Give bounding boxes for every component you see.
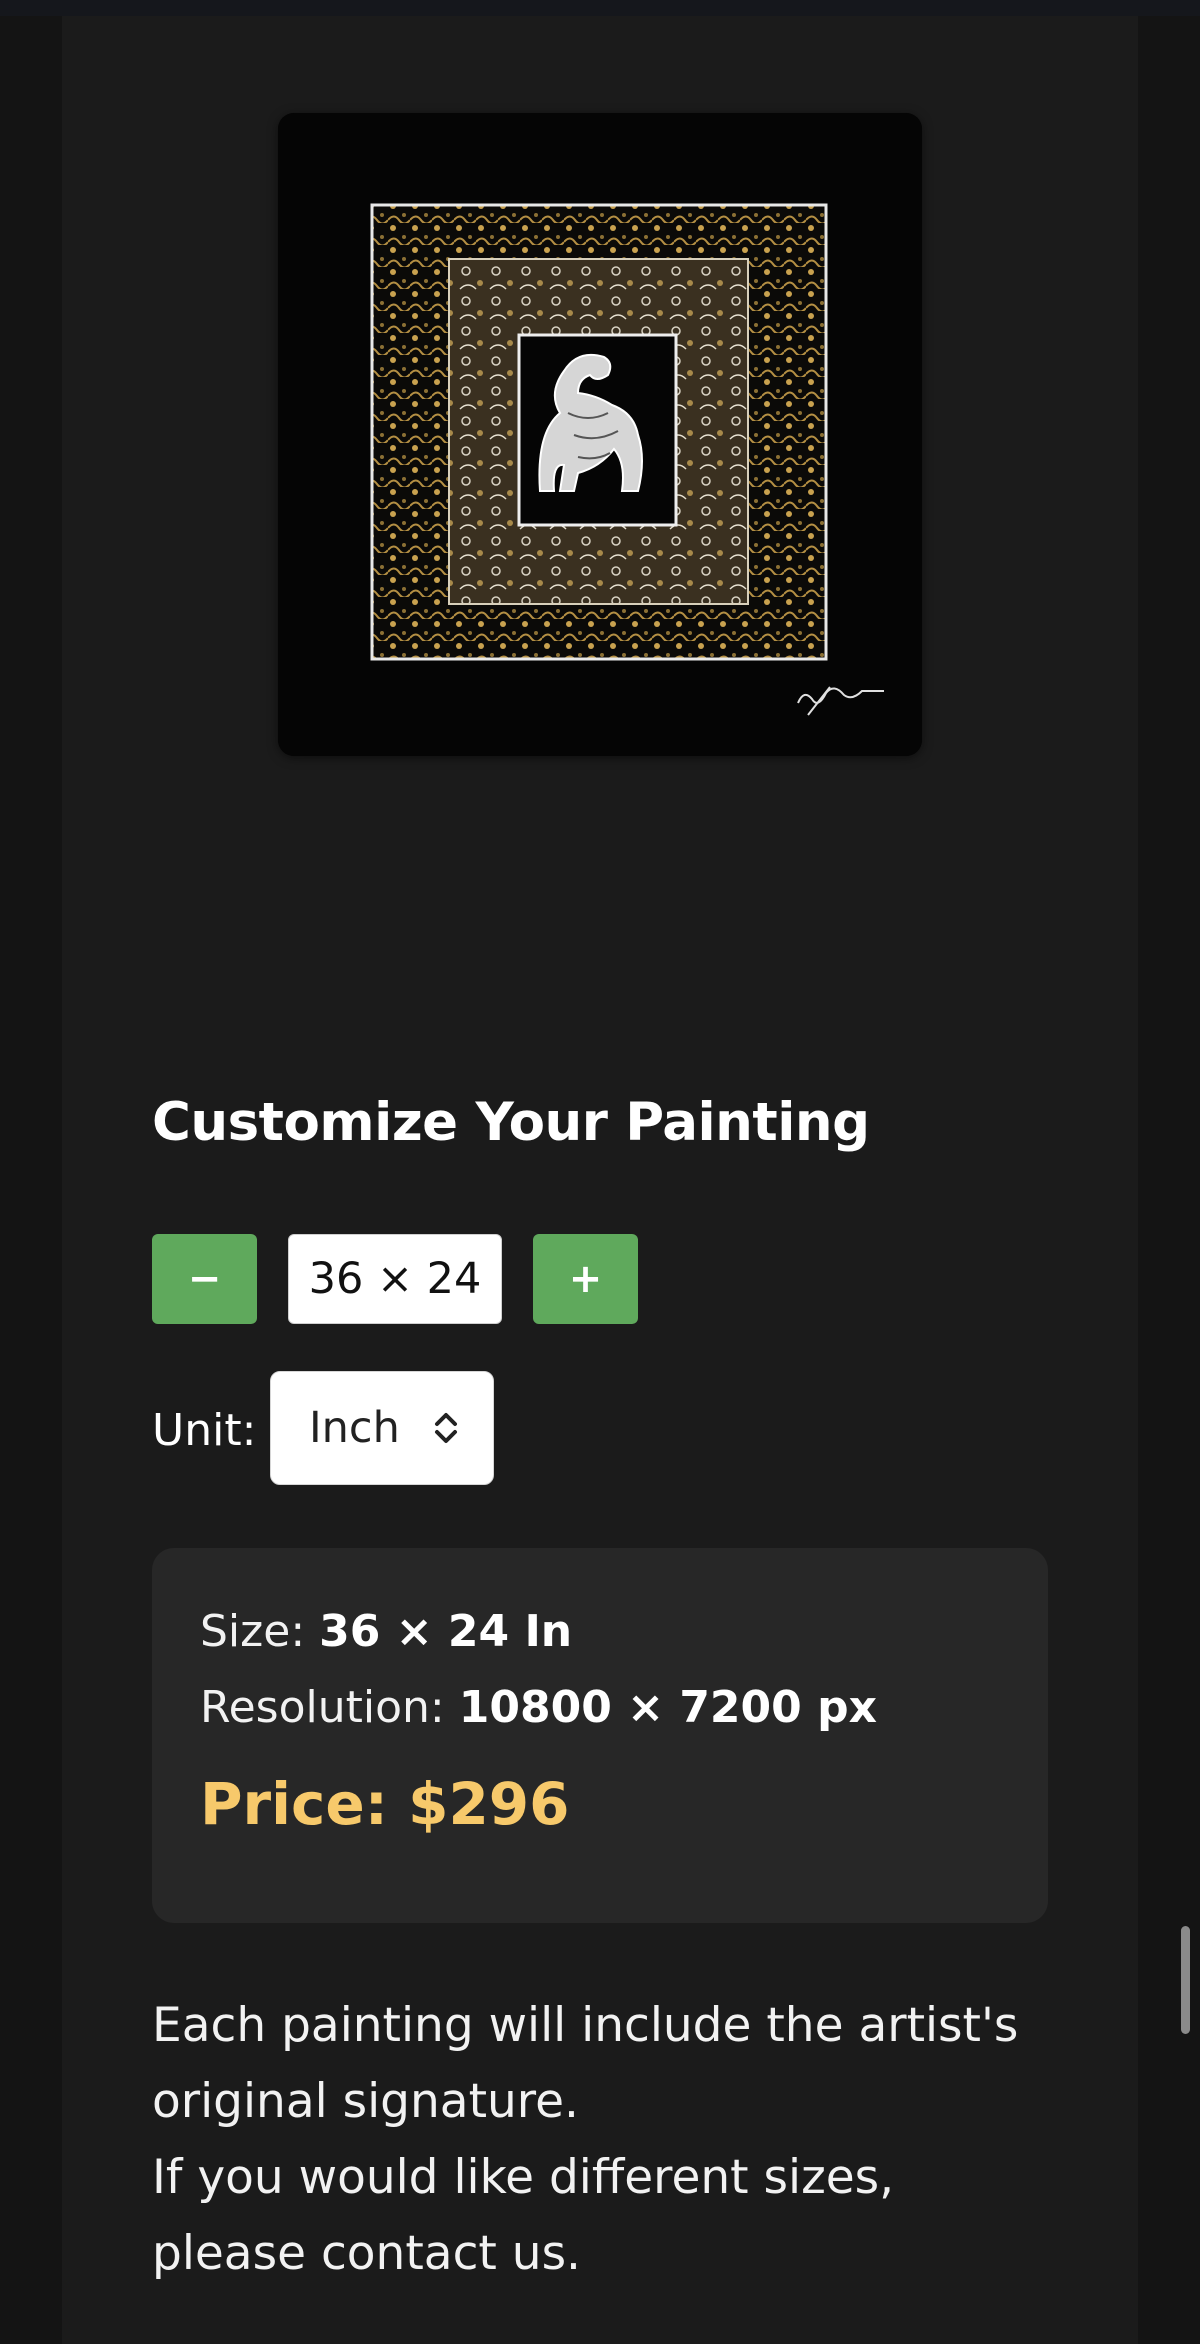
- summary-size: Size: 36 × 24 In: [200, 1606, 572, 1657]
- painting-artwork: [278, 113, 922, 756]
- note-line: If you would like different sizes,: [152, 2150, 895, 2205]
- price-summary-card: Size: 36 × 24 In Resolution: 10800 × 720…: [152, 1548, 1048, 1923]
- signature-note: Each painting will include the artist's …: [152, 1988, 1072, 2292]
- note-line: Each painting will include the artist's: [152, 1998, 1019, 2053]
- price-text: Price: $296: [200, 1770, 570, 1838]
- customize-heading: Customize Your Painting: [152, 1092, 870, 1153]
- unit-label: Unit:: [152, 1405, 257, 1456]
- browser-top-bar: [0, 0, 1200, 16]
- increase-size-button[interactable]: +: [533, 1234, 638, 1324]
- size-value-field: 36 × 24: [288, 1234, 502, 1324]
- chevron-up-down-icon: [435, 1413, 457, 1443]
- summary-size-label: Size:: [200, 1606, 306, 1657]
- summary-resolution-label: Resolution:: [200, 1682, 445, 1733]
- summary-resolution-value: 10800 × 7200 px: [458, 1682, 877, 1733]
- unit-select[interactable]: Inch: [270, 1371, 494, 1485]
- unit-select-value: Inch: [309, 1403, 400, 1453]
- note-line: original signature.: [152, 2074, 579, 2129]
- painting-image: [278, 113, 922, 756]
- summary-resolution: Resolution: 10800 × 7200 px: [200, 1682, 877, 1733]
- note-line: please contact us.: [152, 2226, 581, 2281]
- summary-size-value: 36 × 24 In: [319, 1606, 573, 1657]
- scrollbar-thumb[interactable]: [1181, 1926, 1190, 2034]
- decrease-size-button[interactable]: −: [152, 1234, 257, 1324]
